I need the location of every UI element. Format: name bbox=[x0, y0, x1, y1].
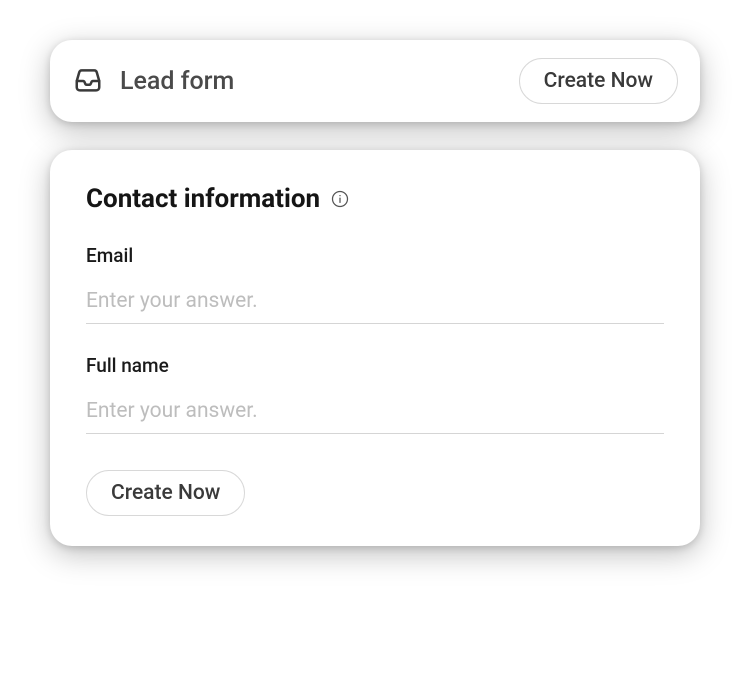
email-input[interactable] bbox=[86, 283, 664, 324]
lead-form-header-card: Lead form Create Now bbox=[50, 40, 700, 122]
inbox-icon bbox=[72, 65, 104, 97]
info-icon[interactable] bbox=[330, 189, 350, 209]
full-name-input[interactable] bbox=[86, 393, 664, 434]
header-left: Lead form bbox=[72, 65, 234, 97]
create-now-form-button[interactable]: Create Now bbox=[86, 470, 245, 516]
contact-information-card: Contact information Email Full name Crea… bbox=[50, 150, 700, 546]
email-label: Email bbox=[86, 244, 664, 267]
lead-form-title: Lead form bbox=[120, 67, 234, 96]
full-name-label: Full name bbox=[86, 354, 664, 377]
full-name-field-group: Full name bbox=[86, 354, 664, 434]
form-heading-row: Contact information bbox=[86, 184, 664, 214]
email-field-group: Email bbox=[86, 244, 664, 324]
create-now-header-button[interactable]: Create Now bbox=[519, 58, 678, 104]
form-actions: Create Now bbox=[86, 470, 664, 516]
contact-information-heading: Contact information bbox=[86, 184, 320, 214]
